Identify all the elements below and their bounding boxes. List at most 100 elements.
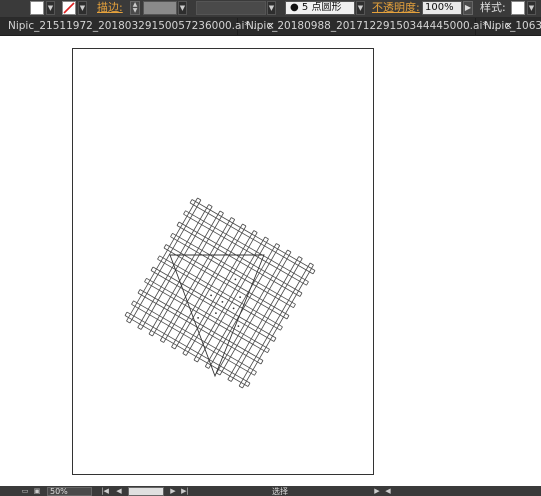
lattice-line [264, 236, 269, 240]
chevron-down-icon: ▼ [79, 4, 86, 12]
page-icon[interactable]: ▣ [32, 487, 42, 496]
lattice-line [253, 230, 258, 233]
lattice-dot [234, 278, 237, 281]
chevron-down-icon: ▼ [179, 4, 186, 12]
play-icon: ▶ [464, 3, 472, 12]
stroke-weight-field[interactable] [143, 1, 177, 15]
zoom-field[interactable]: 50% [47, 487, 92, 496]
lattice-line [124, 311, 128, 316]
prev-page-icon[interactable]: ◀ [114, 487, 124, 496]
stroke-label[interactable]: 描边: [97, 0, 123, 15]
lattice-line [231, 217, 235, 220]
lattice-line [247, 382, 251, 387]
lattice-line [242, 223, 247, 227]
style-swatch[interactable] [511, 1, 525, 15]
lattice-dot [197, 317, 200, 319]
document-tab-bar: Nipic_21511972_20180329150057236000.ai* … [0, 18, 541, 36]
brush-definition-field[interactable]: ● 5 点圆形 [285, 1, 355, 15]
lattice-line [299, 292, 303, 297]
lattice-line [312, 270, 316, 275]
opacity-value: 100% [425, 2, 454, 13]
tab-label: Nipic_20180988_20171229150344445000.ai* … [246, 20, 501, 32]
lattice-dot [237, 325, 240, 327]
lattice-line [254, 371, 257, 376]
tab-label: Nipic_21511972_20180329150057236000.ai* … [8, 20, 263, 32]
lattice-line [208, 204, 213, 207]
opacity-field[interactable]: 100% [422, 1, 462, 15]
zoom-value: 50% [50, 487, 68, 496]
lattice-line [267, 349, 270, 353]
lattice-line [183, 210, 186, 215]
control-bar: ▼ ▼ 描边: ▲ ▼ ▼ ▼ ● 5 点圆形 ▼ 不透明度: 100% ▶ 样式… [0, 0, 541, 18]
lattice-line [137, 289, 141, 294]
chevron-down-icon: ▼ [528, 4, 535, 12]
spinner-icon: ▲ ▼ [132, 1, 138, 14]
document-tab[interactable]: Nipic_10638 [476, 18, 541, 35]
lattice-line [157, 255, 160, 260]
status-bar: ▭ ▣ 50% |◀ ◀ ▶ ▶| 选择 ▶ ◀ [0, 486, 541, 496]
canvas[interactable] [0, 36, 541, 486]
stroke-dropdown[interactable]: ▼ [78, 1, 87, 15]
lattice-line [144, 278, 147, 282]
variable-width-field[interactable] [196, 1, 266, 15]
artboard-nav-icon[interactable]: ▭ [20, 487, 30, 496]
lattice-line [280, 326, 283, 331]
last-page-icon[interactable]: ▶| [180, 487, 190, 496]
fill-dropdown[interactable]: ▼ [46, 1, 55, 15]
lattice-line [293, 304, 296, 308]
opacity-label[interactable]: 不透明度: [372, 0, 420, 15]
lattice-line [227, 379, 232, 382]
lattice-dot [221, 301, 224, 303]
brush-dropdown[interactable]: ▼ [356, 1, 365, 15]
style-dropdown[interactable]: ▼ [527, 1, 536, 15]
lattice-line [182, 353, 187, 356]
fill-swatch[interactable] [30, 1, 44, 15]
lattice-line [137, 327, 142, 330]
lattice-line [216, 372, 221, 376]
lattice-dot [215, 312, 217, 314]
stroke-swatch[interactable] [62, 1, 76, 15]
chevron-down-icon: ▼ [47, 4, 54, 12]
chevron-down-icon: ▼ [268, 4, 275, 12]
next-page-icon[interactable]: ▶ [168, 487, 178, 496]
lattice-line [170, 233, 173, 237]
status-play-icon[interactable]: ▶ [372, 487, 382, 496]
variable-width-dropdown[interactable]: ▼ [267, 1, 276, 15]
lattice-lines [124, 197, 316, 389]
lattice-dot [232, 307, 235, 310]
lattice-line [287, 249, 292, 253]
brush-label: 5 点圆形 [301, 2, 342, 13]
document-tab[interactable]: Nipic_21511972_20180329150057236000.ai* … [0, 18, 275, 35]
lattice-line [205, 366, 209, 369]
style-label: 样式: [480, 1, 506, 14]
status-tool-label: 选择 [272, 487, 288, 496]
lattice-line [273, 337, 277, 342]
lattice-line [219, 210, 224, 214]
lattice-line [150, 266, 154, 271]
lattice-line [197, 197, 202, 201]
lattice-line [298, 256, 303, 259]
page-field[interactable] [128, 487, 164, 496]
chevron-down-icon: ▼ [357, 4, 364, 12]
bullet-icon: ● [290, 2, 299, 13]
document-tab[interactable]: Nipic_20180988_20171229150344445000.ai* … [238, 18, 513, 35]
lattice-line [148, 333, 153, 337]
no-stroke-icon [63, 2, 75, 14]
status-back-icon[interactable]: ◀ [383, 487, 393, 496]
stroke-weight-dropdown[interactable]: ▼ [178, 1, 187, 15]
lattice-line [260, 360, 264, 365]
lattice-dot [210, 294, 213, 297]
lattice-line [176, 221, 180, 226]
artwork-lattice[interactable] [0, 36, 541, 486]
lattice-line [306, 281, 309, 286]
lattice-line [193, 359, 198, 363]
lattice-line [238, 385, 243, 389]
lattice-line [126, 320, 131, 324]
lattice-dot [239, 296, 242, 298]
lattice-line [309, 262, 314, 266]
stroke-weight-spinner[interactable]: ▲ ▼ [130, 1, 140, 15]
lattice-line [131, 300, 134, 305]
first-page-icon[interactable]: |◀ [100, 487, 110, 496]
opacity-play-button[interactable]: ▶ [463, 1, 473, 15]
lattice-line [171, 346, 176, 350]
